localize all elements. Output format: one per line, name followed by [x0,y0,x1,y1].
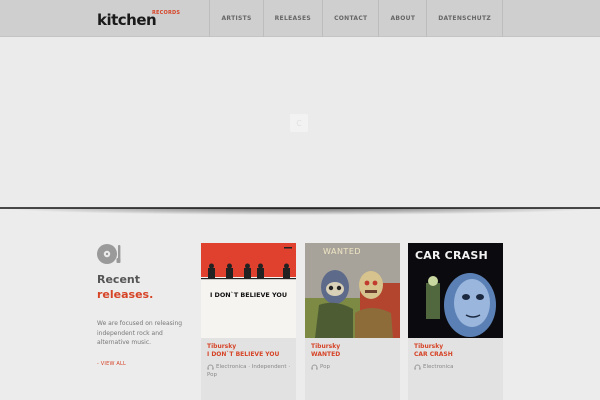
record-player-icon [97,244,121,264]
genre-text: Electronica · Independent · Pop [207,364,291,378]
site-logo[interactable]: kitchen RECORDS [97,10,180,29]
cover-artwork-image [305,243,400,338]
release-artist[interactable]: Tibursky [414,343,443,350]
release-title[interactable]: WANTED [311,351,340,358]
release-genres: Electronica · Independent · Pop [207,363,293,379]
genre-text: Electronica [423,364,454,370]
release-genres: Pop [311,363,397,371]
main-nav: ARTISTS RELEASES CONTACT ABOUT DATENSCHU… [209,0,503,37]
nav-releases[interactable]: RELEASES [262,0,322,37]
heading-line-1: Recent [97,273,141,286]
release-artist[interactable]: Tibursky [311,343,340,350]
section-description: We are focused on releasing independent … [97,320,183,346]
cover-title-text: I DON`T BELIEVE YOU [209,291,288,299]
album-cover[interactable]: CAR CRASH [408,243,503,338]
recent-releases-heading: Recent releases. [97,272,153,302]
release-artist[interactable]: Tibursky [207,343,236,350]
cover-title-text: CAR CRASH [415,249,488,262]
release-card[interactable]: WANTED Tibursky WANTED Pop [305,243,400,400]
logo-records-label: RECORDS [152,10,181,16]
genre-text: Pop [320,364,330,370]
nav-artists[interactable]: ARTISTS [209,0,262,37]
nav-contact[interactable]: CONTACT [322,0,378,37]
release-card[interactable]: I DON`T BELIEVE YOU Tibursky I DON`T BEL… [201,243,296,400]
cover-title-text: WANTED [323,247,362,256]
album-cover[interactable]: I DON`T BELIEVE YOU [201,243,296,338]
release-title[interactable]: I DON`T BELIEVE YOU [207,351,279,358]
headphones-icon [207,364,214,370]
release-title[interactable]: CAR CRASH [414,351,453,358]
release-card[interactable]: CAR CRASH Tibursky CAR CRASH Electronica [408,243,503,400]
album-cover[interactable]: WANTED [305,243,400,338]
logo-wordmark: kitchen [97,11,157,29]
headphones-icon [414,364,421,370]
heading-line-2: releases. [97,288,154,301]
release-genres: Electronica [414,363,500,371]
view-all-link[interactable]: - VIEW ALL [97,361,126,367]
slider-loading-icon: C [290,114,308,132]
recent-releases-section [0,222,600,400]
top-navigation-bar: kitchen RECORDS ARTISTS RELEASES CONTACT… [0,0,600,37]
nav-datenschutz[interactable]: DATENSCHUTZ [426,0,503,37]
headphones-icon [311,364,318,370]
hero-shadow [0,208,600,222]
nav-about[interactable]: ABOUT [378,0,426,37]
